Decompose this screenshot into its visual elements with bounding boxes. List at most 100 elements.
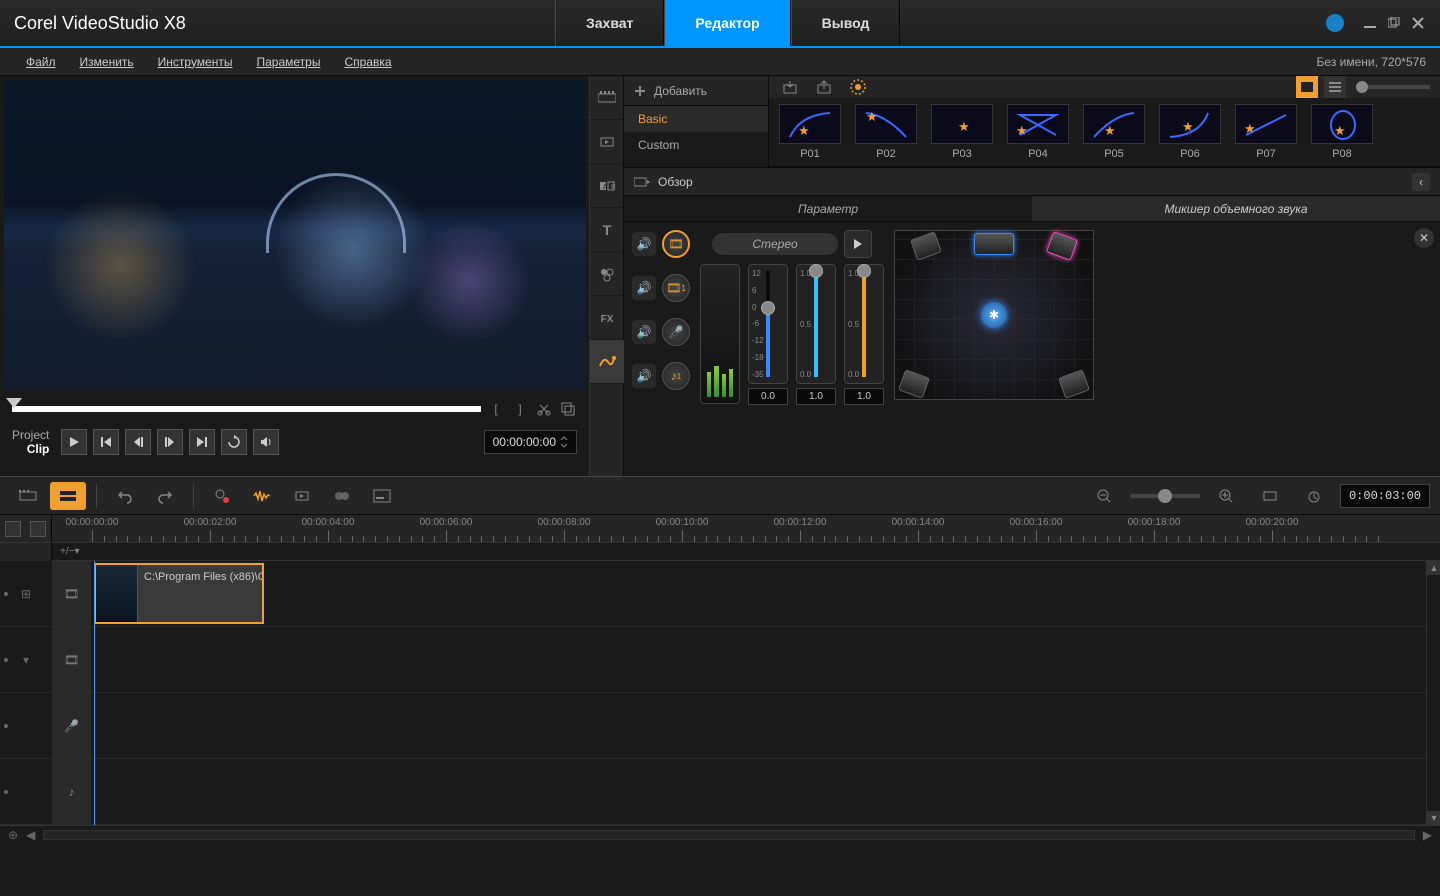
mute-overlay-button[interactable]: 🔊	[632, 276, 656, 300]
menu-help[interactable]: Справка	[332, 55, 403, 69]
sidebar-instant-icon[interactable]	[590, 120, 624, 164]
track-label-voice[interactable]	[0, 693, 52, 759]
channel2-slider[interactable]: 1.00.50.0	[844, 264, 884, 384]
track-video-icon[interactable]: 🎞	[662, 230, 690, 258]
subtitle-button[interactable]	[364, 482, 400, 510]
preset-p01[interactable]: ★P01	[779, 104, 841, 160]
scrub-track[interactable]	[12, 406, 481, 412]
audio-mixer-button[interactable]	[244, 482, 280, 510]
track-voice-icon[interactable]: 🎤	[662, 318, 690, 346]
track-label-music[interactable]	[0, 759, 52, 825]
storyboard-view-button[interactable]	[10, 482, 46, 510]
timeline-view-button[interactable]	[50, 482, 86, 510]
speaker-front-left-icon[interactable]	[910, 231, 942, 261]
play-mode[interactable]: Project Clip	[12, 428, 55, 456]
track-overlay-lane[interactable]	[92, 627, 1440, 692]
view-thumbnails-button[interactable]	[1296, 76, 1318, 98]
add-category-button[interactable]: Добавить	[624, 76, 768, 106]
import-button[interactable]	[779, 76, 801, 98]
preset-p05[interactable]: ★P05	[1083, 104, 1145, 160]
scroll-up-button[interactable]: ▲	[1427, 561, 1440, 575]
tab-output[interactable]: Вывод	[791, 0, 901, 46]
speaker-rear-right-icon[interactable]	[1058, 369, 1090, 399]
settings-icon[interactable]	[847, 76, 869, 98]
preset-p02[interactable]: ★P02	[855, 104, 917, 160]
menu-tools[interactable]: Инструменты	[146, 55, 245, 69]
record-button[interactable]	[204, 482, 240, 510]
close-panel-button[interactable]: ✕	[1414, 228, 1434, 248]
preview-viewport[interactable]	[4, 80, 586, 390]
mixer-play-button[interactable]	[844, 230, 872, 258]
scroll-down-button[interactable]: ▼	[1427, 811, 1440, 825]
fit-project-button[interactable]	[1252, 482, 1288, 510]
timeline-scrollbar-vertical[interactable]: ▲ ▼	[1426, 561, 1440, 825]
auto-music-button[interactable]	[284, 482, 320, 510]
tab-capture[interactable]: Захват	[555, 0, 664, 46]
preset-p03[interactable]: ★P03	[931, 104, 993, 160]
project-duration-button[interactable]	[1296, 482, 1332, 510]
speaker-center-icon[interactable]	[974, 233, 1014, 255]
preset-p08[interactable]: ★P08	[1311, 104, 1373, 160]
snapshot-button[interactable]	[559, 400, 577, 418]
globe-icon[interactable]	[1326, 14, 1344, 32]
track-label-overlay[interactable]: ▾	[0, 627, 52, 693]
category-basic[interactable]: Basic	[624, 106, 768, 132]
view-list-button[interactable]	[1324, 76, 1346, 98]
menu-params[interactable]: Параметры	[244, 55, 332, 69]
repeat-button[interactable]	[221, 429, 247, 455]
prev-frame-button[interactable]	[125, 429, 151, 455]
surround-position-handle[interactable]: ✱	[981, 302, 1007, 328]
mute-music-button[interactable]: 🔊	[632, 364, 656, 388]
playhead[interactable]	[94, 561, 95, 825]
menu-edit[interactable]: Изменить	[68, 55, 146, 69]
sidebar-media-icon[interactable]	[590, 76, 624, 120]
thumbnail-zoom-slider[interactable]	[1360, 85, 1430, 89]
track-video-lane[interactable]: C:\Program Files (x86)\Co	[92, 561, 1440, 626]
track-music-icon-cell[interactable]: ♪	[52, 759, 92, 824]
sidebar-path-icon[interactable]	[590, 340, 624, 384]
overview-label[interactable]: Обзор	[658, 175, 693, 189]
horizontal-scrollbar[interactable]	[43, 830, 1414, 840]
speaker-rear-left-icon[interactable]	[898, 369, 930, 399]
redo-button[interactable]	[147, 482, 183, 510]
track-voice-lane[interactable]	[92, 693, 1440, 758]
minimize-button[interactable]	[1362, 15, 1378, 31]
mute-voice-button[interactable]: 🔊	[632, 320, 656, 344]
add-track-button[interactable]: ⊕	[8, 828, 18, 842]
sidebar-filter-icon[interactable]: FX	[590, 296, 624, 340]
multi-trim-button[interactable]	[324, 482, 360, 510]
tracks-toggle-1[interactable]	[5, 521, 21, 537]
mixer-tab-param[interactable]: Параметр	[624, 196, 1032, 221]
main-volume-slider[interactable]: 1260-6-12-18-35	[748, 264, 788, 384]
track-music-lane[interactable]	[92, 759, 1440, 824]
mark-out-button[interactable]: ]	[511, 400, 529, 418]
timeline-opts[interactable]: +/−▾	[52, 543, 87, 560]
volume-button[interactable]	[253, 429, 279, 455]
export-button[interactable]	[813, 76, 835, 98]
collapse-button[interactable]: ‹	[1412, 173, 1430, 191]
menu-file[interactable]: Файл	[14, 55, 68, 69]
tab-editor[interactable]: Редактор	[664, 0, 790, 46]
preview-timecode[interactable]: 00:00:00:00	[484, 430, 577, 454]
home-button[interactable]	[93, 429, 119, 455]
preset-p07[interactable]: ★P07	[1235, 104, 1297, 160]
timeline-zoom-slider[interactable]	[1130, 494, 1200, 498]
undo-button[interactable]	[107, 482, 143, 510]
sidebar-title-icon[interactable]: T	[590, 208, 624, 252]
track-video-icon-cell[interactable]: 🎞	[52, 561, 92, 626]
speaker-front-right-icon[interactable]	[1046, 231, 1078, 261]
preset-p04[interactable]: ★P04	[1007, 104, 1069, 160]
surround-grid[interactable]: ✱	[894, 230, 1094, 400]
category-custom[interactable]: Custom	[624, 132, 768, 158]
tracks-toggle-2[interactable]	[30, 521, 46, 537]
mixer-tab-surround[interactable]: Микшер объемного звука	[1032, 196, 1440, 221]
channel1-slider[interactable]: 1.00.50.0	[796, 264, 836, 384]
timeline-ruler[interactable]: 00:00:00:0000:00:02:0000:00:04:0000:00:0…	[52, 515, 1440, 542]
track-overlay-icon[interactable]: 🎞1	[662, 274, 690, 302]
track-music-icon[interactable]: ♪1	[662, 362, 690, 390]
next-frame-button[interactable]	[157, 429, 183, 455]
scroll-left-button[interactable]: ◀	[26, 828, 35, 842]
track-label-video[interactable]: ⊞	[0, 561, 52, 627]
maximize-button[interactable]	[1386, 15, 1402, 31]
video-clip[interactable]: C:\Program Files (x86)\Co	[94, 563, 264, 624]
